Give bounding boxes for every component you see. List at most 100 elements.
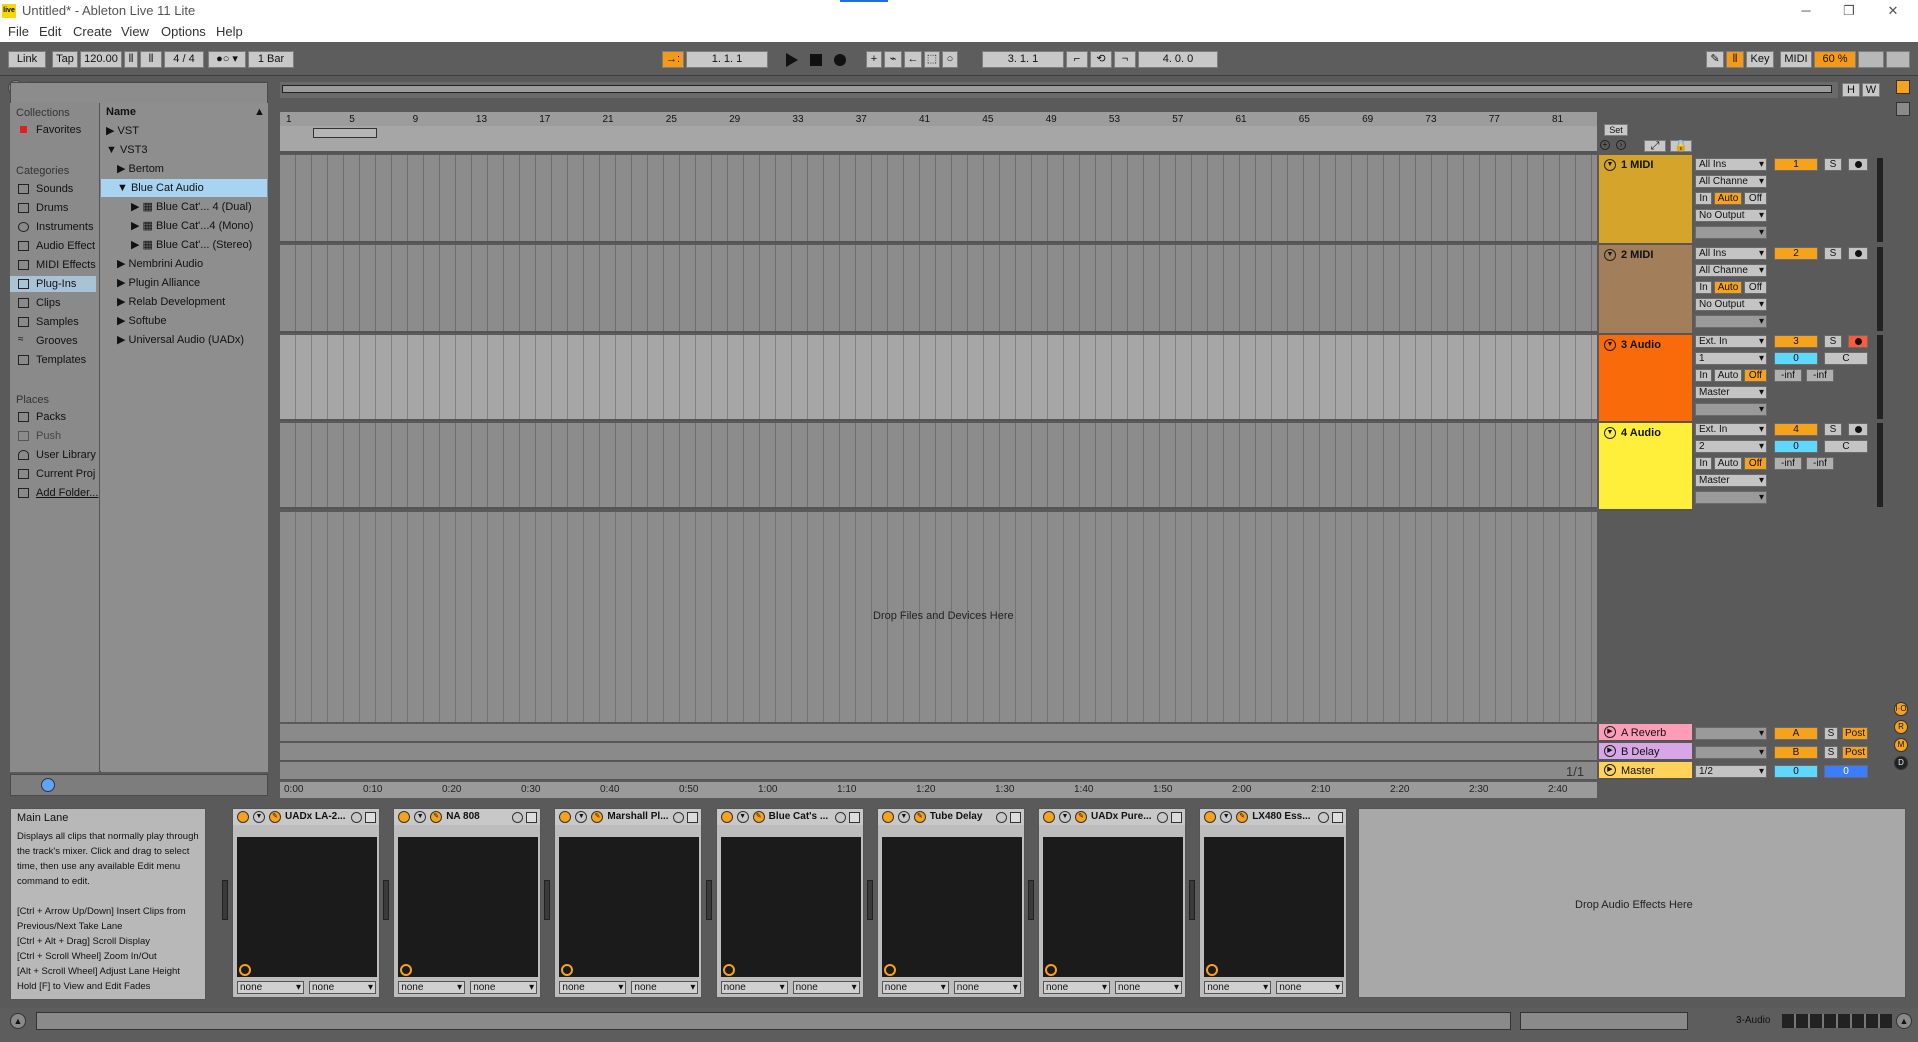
list-item[interactable]: ▶ Nembrini Audio	[117, 255, 203, 273]
record-icon[interactable]	[834, 54, 846, 66]
param-select[interactable]: none	[1043, 981, 1110, 994]
input-type-select[interactable]: Ext. In	[1695, 335, 1767, 348]
param-select[interactable]: none	[631, 981, 699, 994]
set-button[interactable]: Set	[1604, 124, 1628, 136]
device-resize-handle[interactable]	[544, 880, 551, 920]
lock-icon[interactable]: 🔒	[1670, 140, 1692, 152]
sidebar-item-clips[interactable]: Clips	[18, 295, 104, 311]
wrench-icon[interactable]: ✎	[752, 811, 765, 823]
arm-button[interactable]	[1848, 158, 1868, 171]
capture-icon[interactable]: ⬚	[924, 51, 940, 68]
monitor-off-button[interactable]: Off	[1744, 457, 1767, 470]
menu-help[interactable]: Help	[216, 24, 243, 39]
tempo-field[interactable]: 120.00	[80, 51, 122, 68]
detail-toggle-icon[interactable]: ▲	[1896, 1013, 1912, 1029]
fold-icon[interactable]: ▼	[253, 811, 265, 823]
menu-view[interactable]: View	[121, 24, 149, 39]
track-header-3[interactable]: ▼ 3 Audio	[1599, 335, 1692, 423]
return-header-b[interactable]: ▶ B Delay	[1599, 743, 1692, 761]
expand-arrow-icon[interactable]: ▶	[117, 258, 129, 270]
restore-icon[interactable]: ❐	[1836, 2, 1862, 20]
wrench-icon[interactable]: ✎	[269, 811, 281, 823]
master-header[interactable]: ▶ Master	[1599, 762, 1692, 780]
device-edit-icon[interactable]	[351, 812, 362, 823]
list-item[interactable]: ▶ Bertom	[117, 160, 164, 178]
device[interactable]: ▼ ✎ UADx Pure... none none	[1038, 808, 1186, 998]
track-activator-3[interactable]: 3	[1774, 335, 1818, 348]
punch-in-icon[interactable]: ⌐	[1066, 51, 1088, 68]
device-save-icon[interactable]	[1009, 812, 1021, 823]
device-resize-handle[interactable]	[1189, 880, 1196, 920]
overdub-icon[interactable]: +	[866, 51, 882, 68]
output-channel-select[interactable]	[1695, 491, 1767, 504]
sidebar-item-audio-effects[interactable]: Audio Effect	[18, 238, 104, 254]
follow-icon[interactable]: →:	[662, 51, 684, 68]
collapse-arrow-icon[interactable]: ▼	[106, 144, 120, 156]
monitor-off-button[interactable]: Off	[1744, 192, 1767, 205]
plugin-knob-icon[interactable]	[239, 964, 251, 976]
tap-button[interactable]: Tap	[52, 51, 78, 68]
master-volume[interactable]: 0	[1774, 765, 1818, 778]
device-edit-icon[interactable]	[1318, 812, 1330, 823]
play-icon[interactable]	[786, 53, 798, 67]
device-header[interactable]: ▼ ✎ LX480 Ess...	[1200, 809, 1347, 825]
close-icon[interactable]: ✕	[1880, 2, 1906, 20]
monitor-off-button[interactable]: Off	[1744, 281, 1767, 294]
fold-icon[interactable]: ▶	[1604, 726, 1616, 738]
monitor-in-button[interactable]: In	[1695, 192, 1712, 205]
loop-switch-icon[interactable]: ⟲	[1090, 51, 1112, 68]
device-power-icon[interactable]	[720, 811, 733, 823]
sidebar-item-instruments[interactable]: Instruments	[18, 219, 104, 235]
device[interactable]: ▼✎Tube Delay none none	[876, 808, 1025, 998]
list-item-selected[interactable]: ▼ Blue Cat Audio	[101, 179, 267, 197]
mixer-toggle-icon[interactable]	[1896, 80, 1910, 94]
metronome-icon[interactable]: ●○ ▾	[208, 51, 246, 68]
return-activator-b[interactable]: B	[1774, 746, 1818, 759]
preview-toggle-icon[interactable]	[41, 778, 55, 792]
master-lane[interactable]	[280, 762, 1597, 780]
collapse-arrow-icon[interactable]: ▼	[117, 182, 131, 194]
session-record-icon[interactable]: ○	[942, 51, 958, 68]
track-volume[interactable]: 0	[1774, 440, 1818, 453]
sidebar-item-add-folder[interactable]: Add Folder...	[18, 485, 104, 501]
input-channel-select[interactable]: 2	[1695, 440, 1767, 453]
track-pan[interactable]: C	[1824, 352, 1868, 365]
monitor-auto-button[interactable]: Auto	[1714, 281, 1742, 294]
device-header[interactable]: ▼ ✎ UADx LA-2...	[233, 809, 379, 825]
device[interactable]: ▼ ✎ UADx LA-2... none none	[232, 808, 380, 998]
track-volume[interactable]: 0	[1774, 352, 1818, 365]
monitor-off-button[interactable]: Off	[1744, 369, 1767, 382]
list-item[interactable]: ▶ Plugin Alliance	[117, 274, 200, 292]
plugin-display[interactable]	[1043, 837, 1183, 977]
expand-arrow-icon[interactable]: ▶	[117, 296, 129, 308]
device-resize-handle[interactable]	[1028, 880, 1034, 920]
sidebar-item-sounds[interactable]: Sounds	[18, 181, 104, 197]
drop-area[interactable]: Drop Files and Devices Here	[280, 512, 1597, 722]
quantize-select[interactable]: 1 Bar	[248, 51, 294, 68]
param-select[interactable]: none	[559, 981, 627, 994]
io-toggle-icon[interactable]	[1896, 102, 1910, 116]
solo-button[interactable]: S	[1824, 247, 1842, 260]
returns-section-icon[interactable]: R	[1894, 720, 1908, 734]
device-power-icon[interactable]	[237, 811, 249, 823]
master-pan[interactable]: 0	[1824, 765, 1868, 778]
device[interactable]: ▼✎NA 808 none none	[393, 808, 542, 998]
device-header[interactable]: ▼ ✎ Marshall Pl...	[555, 809, 702, 825]
track-lane-2[interactable]	[280, 245, 1597, 333]
list-item[interactable]: ▼ VST3	[106, 141, 147, 159]
sidebar-item-packs[interactable]: Packs	[18, 409, 104, 425]
device-power-icon[interactable]	[1204, 811, 1217, 823]
loop-start-field[interactable]: 3. 1. 1	[982, 51, 1064, 68]
expand-arrow-icon[interactable]: ▶	[117, 163, 129, 175]
return-activator-a[interactable]: A	[1774, 727, 1818, 740]
cue-out-select[interactable]: 1/2	[1695, 765, 1767, 778]
name-column-header[interactable]: Name	[106, 103, 136, 121]
sidebar-item-plug-ins[interactable]: Plug-Ins	[10, 276, 96, 292]
sidebar-item-templates[interactable]: Templates	[18, 352, 104, 368]
wrench-icon[interactable]: ✎	[591, 811, 604, 823]
device-resize-handle[interactable]	[866, 880, 873, 920]
sidebar-item-midi-effects[interactable]: MIDI Effects	[18, 257, 104, 273]
post-button[interactable]: Post	[1842, 727, 1868, 740]
sidebar-item-samples[interactable]: Samples	[18, 314, 104, 330]
device-header[interactable]: ▼ ✎ Blue Cat's ...	[716, 809, 863, 825]
